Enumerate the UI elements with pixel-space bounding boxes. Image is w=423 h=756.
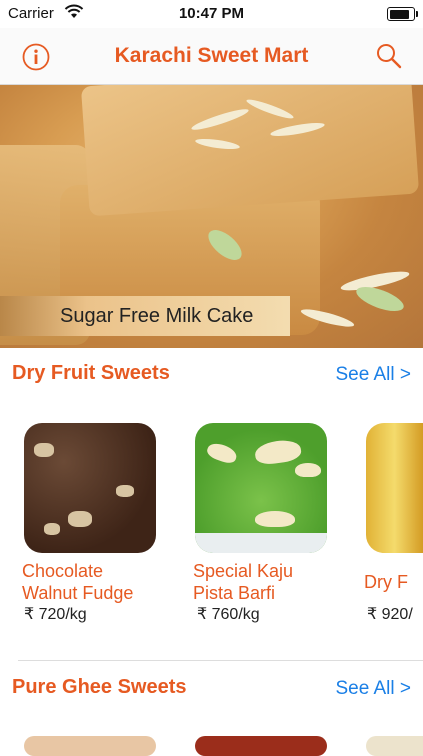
product-image-ghee-1[interactable] [24,736,156,756]
section-title-dry-fruit: Dry Fruit Sweets [12,362,170,384]
featured-banner[interactable]: Sugar Free Milk Cake [0,85,423,348]
status-bar: Carrier 10:47 PM [0,0,423,28]
see-all-dry-fruit-link[interactable]: See All > [335,364,411,386]
product-name-kaju-pista-barfi[interactable]: Special Kaju Pista Barfi [193,560,293,604]
product-image-ghee-2[interactable] [195,736,327,756]
search-icon[interactable] [375,42,403,70]
product-image-third[interactable] [366,423,423,553]
app-title: Karachi Sweet Mart [114,44,309,67]
product-image-kaju-pista-barfi[interactable] [195,423,327,553]
product-image-ghee-3[interactable] [366,736,423,756]
battery-icon [387,7,418,21]
product-image-chocolate-walnut-fudge[interactable] [24,423,156,553]
navigation-bar: Karachi Sweet Mart [0,28,423,85]
section-divider [18,660,423,661]
product-name-third[interactable]: Dry F [364,571,408,593]
section-title-pure-ghee: Pure Ghee Sweets [12,676,187,698]
product-price: ₹ 760/kg [197,606,260,623]
product-price: ₹ 720/kg [24,606,87,623]
see-all-pure-ghee-link[interactable]: See All > [335,678,411,700]
product-name-chocolate-walnut-fudge[interactable]: Chocolate Walnut Fudge [22,560,133,604]
product-price: ₹ 920/ [367,606,413,623]
clock: 10:47 PM [178,5,245,22]
banner-caption: Sugar Free Milk Cake [0,296,290,336]
banner-caption-text: Sugar Free Milk Cake [60,305,254,327]
